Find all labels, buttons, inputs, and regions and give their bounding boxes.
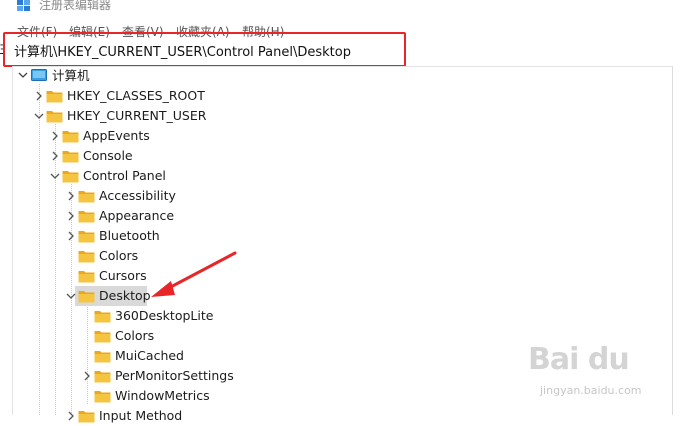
folder-icon [78, 231, 95, 243]
folder-icon [62, 131, 79, 143]
tree-node-label[interactable]: MuiCached [115, 348, 184, 364]
chevron-right-icon[interactable] [49, 130, 61, 142]
tree-node-label[interactable]: Control Panel [83, 168, 166, 184]
watermark-brand: Bai du [528, 342, 630, 377]
tree-node-label[interactable]: Colors [99, 248, 138, 264]
chevron-down-icon[interactable] [49, 170, 61, 182]
chevron-right-icon[interactable] [65, 190, 77, 202]
title-bar: 注册表编辑器 [0, 0, 680, 20]
chevron-right-icon[interactable] [65, 210, 77, 222]
chevron-down-icon[interactable] [17, 69, 29, 81]
computer-icon [31, 69, 47, 81]
tree-node-label[interactable]: Accessibility [99, 188, 176, 204]
tree-node-label[interactable]: Cursors [99, 268, 147, 284]
folder-icon [46, 111, 63, 123]
tree-node-label[interactable]: HKEY_CLASSES_ROOT [67, 88, 205, 104]
annotation-highlight-box [3, 32, 406, 67]
folder-icon [94, 351, 111, 363]
window-title: 注册表编辑器 [39, 0, 112, 12]
tree-node-label[interactable]: HKEY_CURRENT_USER [67, 108, 206, 124]
folder-icon [78, 211, 95, 223]
tree-node-label[interactable]: Desktop [99, 288, 151, 304]
tree-node-label[interactable]: WindowMetrics [115, 388, 210, 404]
folder-icon [94, 331, 111, 343]
chevron-right-icon[interactable] [49, 150, 61, 162]
tree-root-label[interactable]: 计算机 [52, 68, 90, 84]
tree-guide-line [39, 84, 40, 415]
folder-icon [46, 91, 63, 103]
tree-node-label[interactable]: AppEvents [83, 128, 150, 144]
folder-icon [94, 391, 111, 403]
folder-icon [78, 251, 95, 263]
tree-node-label[interactable]: Console [83, 148, 133, 164]
tree-guide-line [55, 124, 56, 415]
registry-editor-icon [17, 0, 30, 11]
tree-node-label[interactable]: 360DesktopLite [115, 308, 213, 324]
chevron-right-icon[interactable] [81, 370, 93, 382]
folder-icon [78, 411, 95, 423]
watermark-url: jingyan.baidu.com [540, 384, 642, 397]
tree-node-label[interactable]: Input Method [99, 408, 182, 424]
baidu-watermark: Bai du jingyan.baidu.com [528, 342, 678, 412]
folder-icon [94, 311, 111, 323]
annotation-arrow [151, 251, 237, 297]
tree-guide-line [87, 304, 88, 404]
folder-icon [78, 271, 95, 283]
tree-node-label[interactable]: Colors [115, 328, 154, 344]
folder-icon [62, 151, 79, 163]
chevron-right-icon[interactable] [33, 90, 45, 102]
chevron-down-icon[interactable] [33, 110, 45, 122]
tree-node-label[interactable]: Appearance [99, 208, 174, 224]
chevron-right-icon[interactable] [65, 230, 77, 242]
folder-icon [78, 191, 95, 203]
folder-icon [94, 371, 111, 383]
chevron-down-icon[interactable] [65, 290, 77, 302]
tree-node-label[interactable]: Bluetooth [99, 228, 160, 244]
folder-icon [62, 171, 79, 183]
chevron-right-icon[interactable] [65, 410, 77, 422]
tree-node-label[interactable]: PerMonitorSettings [115, 368, 234, 384]
folder-icon [78, 291, 95, 303]
